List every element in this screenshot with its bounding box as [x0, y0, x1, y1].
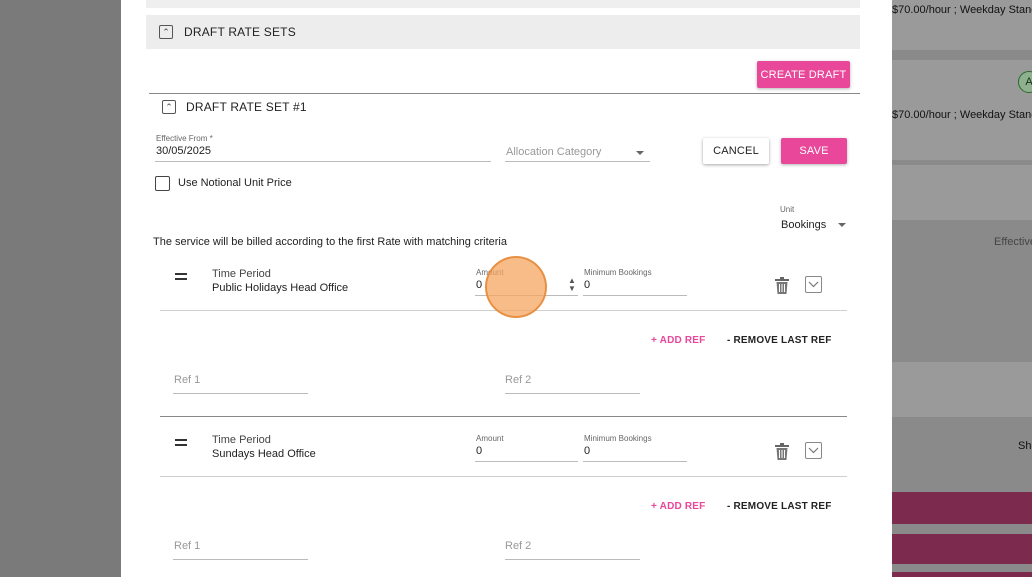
expand-row-button[interactable] [805, 442, 822, 459]
cancel-button[interactable]: CANCEL [703, 138, 769, 164]
divider [160, 416, 847, 417]
unit-label: Unit [780, 205, 795, 214]
draft-rate-sets-title: DRAFT RATE SETS [184, 25, 296, 39]
background-pink-bar-3 [892, 572, 1032, 577]
notional-unit-price-checkbox[interactable] [155, 176, 170, 191]
ref2-placeholder: Ref 2 [505, 374, 532, 386]
background-left-panel [0, 0, 121, 577]
chevron-up-icon[interactable]: ⌃ [159, 25, 173, 39]
effective-from-value: 30/05/2025 [156, 145, 212, 157]
unit-value: Bookings [781, 219, 827, 231]
draft-rate-set-title: DRAFT RATE SET #1 [186, 100, 307, 114]
click-indicator [485, 256, 547, 318]
minimum-bookings-input[interactable]: Minimum Bookings 0 [583, 432, 687, 462]
background-card-4 [892, 362, 1032, 417]
time-period-label: Time Period [212, 434, 271, 446]
background-pink-bar-1 [892, 492, 1032, 524]
minimum-bookings-value: 0 [584, 445, 591, 457]
amount-input[interactable]: Amount 0 [475, 432, 578, 462]
save-button[interactable]: SAVE [781, 138, 847, 164]
minimum-bookings-label: Minimum Bookings [584, 268, 652, 277]
divider [160, 476, 847, 477]
time-period-label: Time Period [212, 268, 271, 280]
trash-icon[interactable] [775, 277, 789, 294]
trash-icon[interactable] [775, 443, 789, 460]
drag-handle-icon[interactable] [175, 439, 187, 449]
drag-handle-icon[interactable] [175, 273, 187, 283]
ref2-placeholder: Ref 2 [505, 540, 532, 552]
remove-last-ref-button[interactable]: - REMOVE LAST REF [727, 501, 832, 512]
amount-label: Amount [476, 434, 504, 443]
divider [149, 93, 860, 94]
minimum-bookings-input[interactable]: Minimum Bookings 0 [583, 266, 687, 296]
chevron-up-icon[interactable]: ⌃ [162, 100, 176, 114]
ref1-input[interactable]: Ref 1 [173, 534, 308, 560]
draft-rate-sets-header[interactable]: ⌃ DRAFT RATE SETS [146, 15, 860, 49]
ref1-input[interactable]: Ref 1 [173, 368, 308, 394]
amount-stepper-icon[interactable]: ▲ ▼ [568, 277, 576, 293]
time-period-value: Sundays Head Office [212, 448, 316, 460]
amount-value: 0 [476, 445, 483, 457]
draft-rate-set-header[interactable]: ⌃ DRAFT RATE SET #1 [162, 100, 307, 114]
background-rate-line-1: $70.00/hour ; Weekday Stand [892, 4, 1032, 16]
ref1-placeholder: Ref 1 [174, 374, 201, 386]
effective-from-field[interactable]: Effective From * 30/05/2025 [155, 131, 491, 162]
create-draft-button[interactable]: CREATE DRAFT [757, 61, 850, 88]
chevron-down-icon [808, 447, 819, 454]
background-card-3 [892, 165, 1032, 220]
dropdown-caret-icon [636, 151, 644, 155]
add-ref-button[interactable]: + ADD REF [651, 501, 706, 512]
allocation-category-select[interactable]: Allocation Category [505, 140, 650, 162]
amount-value: 0 [476, 279, 483, 291]
ref2-input[interactable]: Ref 2 [505, 534, 640, 560]
notional-unit-price-label: Use Notional Unit Price [178, 177, 292, 189]
allocation-category-placeholder: Allocation Category [506, 146, 602, 158]
background-pink-bar-2 [892, 534, 1032, 564]
minimum-bookings-label: Minimum Bookings [584, 434, 652, 443]
add-ref-button[interactable]: + ADD REF [651, 335, 706, 346]
chevron-down-icon [808, 281, 819, 288]
previous-section-bar [146, 0, 860, 8]
ref1-placeholder: Ref 1 [174, 540, 201, 552]
minimum-bookings-value: 0 [584, 279, 591, 291]
billing-note: The service will be billed according to … [153, 236, 507, 248]
ref2-input[interactable]: Ref 2 [505, 368, 640, 394]
effective-from-label: Effective From * [156, 134, 213, 143]
expand-row-button[interactable] [805, 276, 822, 293]
background-effective-label: Effective [994, 236, 1032, 248]
time-period-value: Public Holidays Head Office [212, 282, 349, 294]
unit-select[interactable]: Unit Bookings [780, 203, 850, 233]
remove-last-ref-button[interactable]: - REMOVE LAST REF [727, 335, 832, 346]
background-show-label: Sho [1018, 440, 1032, 452]
background-rate-line-2: $70.00/hour ; Weekday Stand [892, 109, 1032, 121]
dropdown-caret-icon [838, 223, 846, 227]
